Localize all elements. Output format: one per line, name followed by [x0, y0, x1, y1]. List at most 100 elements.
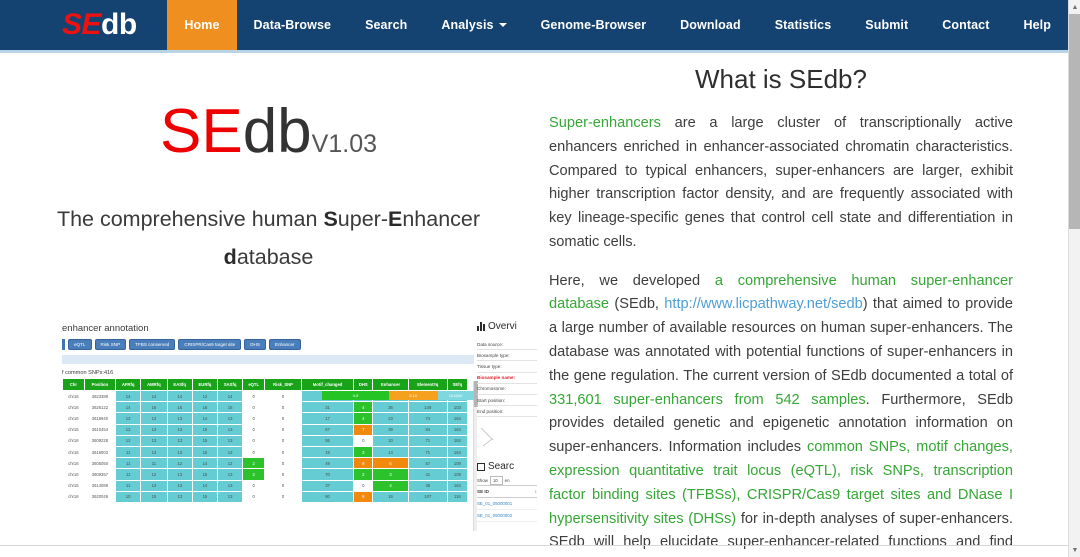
table-column-header: Motif_changed [300, 378, 355, 391]
table-cell: 0 [242, 423, 266, 436]
table-cell: 0 [264, 468, 302, 481]
table-cell: 13 [166, 479, 193, 492]
nav-item-label: Contact [942, 18, 990, 32]
table-cell: 13 [166, 490, 193, 503]
nav-item-home[interactable]: Home [167, 0, 237, 50]
table-cell: 11 [140, 457, 168, 470]
table-cell: 39 [372, 423, 409, 436]
nav-item-genome-browser[interactable]: Genome-Browser [524, 0, 664, 50]
show-entries-row[interactable]: Show 10 en [477, 476, 537, 486]
show-select[interactable]: 10 [489, 476, 503, 486]
body-text: (SEdb, [609, 296, 665, 313]
hero-version-text: V1.03 [311, 130, 378, 158]
nav-item-download[interactable]: Download [663, 0, 758, 50]
table-cell: 57 [407, 457, 448, 470]
overview-heading: Overvi [477, 321, 537, 332]
scroll-up-arrow-icon[interactable]: ▲ [1069, 0, 1080, 14]
screenshot-tab[interactable]: CRISPR/Cas9 target site [178, 339, 242, 350]
se-id-column-header[interactable]: SE ID ↕ [477, 485, 537, 499]
highlight-text: Super-enhancers [549, 115, 661, 131]
nav-item-list: Home Data-Browse Search Analysis Genome-Brow… [167, 0, 1068, 50]
screenshot-note: f common SNPs:416 [62, 370, 114, 376]
inline-link[interactable]: http://www.licpathway.net/sedb [664, 296, 862, 312]
screenshot-side-panel: Overvi Data source: Biosample type: Tissue… [477, 321, 537, 557]
overview-field: Tissue type: [477, 361, 537, 373]
table-cell: 14 [217, 389, 244, 403]
table-cell: 0 [264, 423, 302, 436]
about-paragraph-1: Super-enhancers are a large cluster of t… [549, 112, 1013, 255]
table-cell: 13 [140, 412, 168, 425]
hero-subtitle: The comprehensive human Super-Enhancer d… [44, 201, 494, 276]
table-cell: 13 [217, 434, 244, 447]
nav-item-label: Genome-Browser [540, 18, 647, 32]
screenshot-tab-row: eQTL Risk SNP TFBS conserved CRISPR/Cas9 ta… [62, 339, 478, 350]
table-cell: 11 [115, 445, 142, 459]
se-id-header-label: SE ID [477, 489, 489, 495]
screenshot-tab[interactable]: DHS [244, 339, 266, 350]
scrollbar-thumb[interactable] [1069, 14, 1080, 229]
site-logo[interactable]: SE db [0, 0, 167, 50]
table-cell: 23 [372, 412, 409, 425]
table-cell: 13 [217, 445, 244, 459]
nav-item-statistics[interactable]: Statistics [758, 0, 849, 50]
table-cell: 14 [166, 389, 193, 403]
table-cell: 13 [166, 468, 193, 481]
show-suffix: en [504, 478, 510, 484]
table-cell: 109 [446, 457, 469, 470]
nav-item-label: Help [1023, 18, 1051, 32]
table-cell: 3620049 [83, 490, 117, 503]
hero-logo: SEdbV1.03 [0, 101, 537, 163]
scroll-down-arrow-icon[interactable]: ▼ [1069, 543, 1080, 557]
table-cell: 164 [446, 479, 469, 492]
table-cell: 15 [191, 423, 219, 436]
screenshot-tab[interactable]: TFBS conserved [129, 339, 176, 350]
se-id-link[interactable]: SE_01_05000001 [477, 498, 537, 511]
table-cell: 17 [300, 412, 355, 425]
table-cell: 10 [372, 434, 409, 447]
table-cell: 12 [217, 457, 244, 470]
table-cell: 13 [140, 479, 168, 492]
nav-item-contact[interactable]: Contact [925, 0, 1006, 50]
body-text: are a large cluster of transcriptionally… [549, 115, 1013, 250]
about-paragraph-2: Here, we developed a comprehensive human… [549, 270, 1013, 557]
nav-item-label: Home [184, 18, 220, 32]
hero-subtitle-s: S [323, 207, 338, 231]
table-cell: 12 [115, 423, 142, 436]
table-cell: 12 [191, 389, 219, 403]
table-cell: 13 [217, 423, 244, 436]
table-column-header: AFRfq [115, 378, 142, 391]
table-cell: 15 [191, 445, 219, 459]
screenshot-tab[interactable]: Enhancer [268, 339, 301, 350]
nav-item-analysis[interactable]: Analysis [424, 0, 523, 50]
overview-field: Start position: [477, 395, 537, 407]
table-column-header: SEfq [446, 378, 469, 391]
table-column-header: SASfq [217, 378, 244, 391]
table-cell: 13 [217, 479, 244, 492]
tab-accent-bar [62, 339, 65, 350]
table-cell: 19 [300, 445, 355, 459]
table-column-header: Chr [62, 378, 85, 391]
table-cell: 74 [407, 412, 448, 425]
table-cell: 14 [191, 479, 219, 492]
nav-item-help[interactable]: Help [1007, 0, 1069, 50]
se-id-link[interactable]: SE_01_05000002 [477, 510, 537, 523]
nav-item-submit[interactable]: Submit [848, 0, 925, 50]
screenshot-tab[interactable]: Risk SNP [94, 339, 127, 350]
screenshot-tab[interactable]: eQTL [68, 339, 92, 350]
table-cell: 11 [115, 468, 142, 481]
table-row: chr16 3620049 10 15 13 15 13 0 0 80 6 16 107 116 [62, 490, 469, 503]
table-cell: 16 [191, 401, 219, 414]
table-cell: 0 [353, 479, 374, 492]
table-cell: chr16 [62, 490, 85, 503]
nav-item-label: Statistics [774, 18, 832, 32]
table-cell: 14 [115, 401, 142, 414]
table-cell: 36 [372, 401, 409, 414]
table-column-header: AMRfq [140, 378, 168, 391]
page-scrollbar[interactable]: ▲ ▼ [1068, 0, 1080, 557]
table-cell: 0 [242, 479, 266, 492]
feature-screenshot[interactable]: enhancer annotation eQTL Risk SNP TFBS con… [58, 321, 478, 555]
page-root: SE db Home Data-Browse Search Analysis Genome… [0, 0, 1080, 557]
nav-item-search[interactable]: Search [348, 0, 424, 50]
nav-item-data-browse[interactable]: Data-Browse [237, 0, 349, 50]
table-cell: 14 [115, 389, 142, 403]
